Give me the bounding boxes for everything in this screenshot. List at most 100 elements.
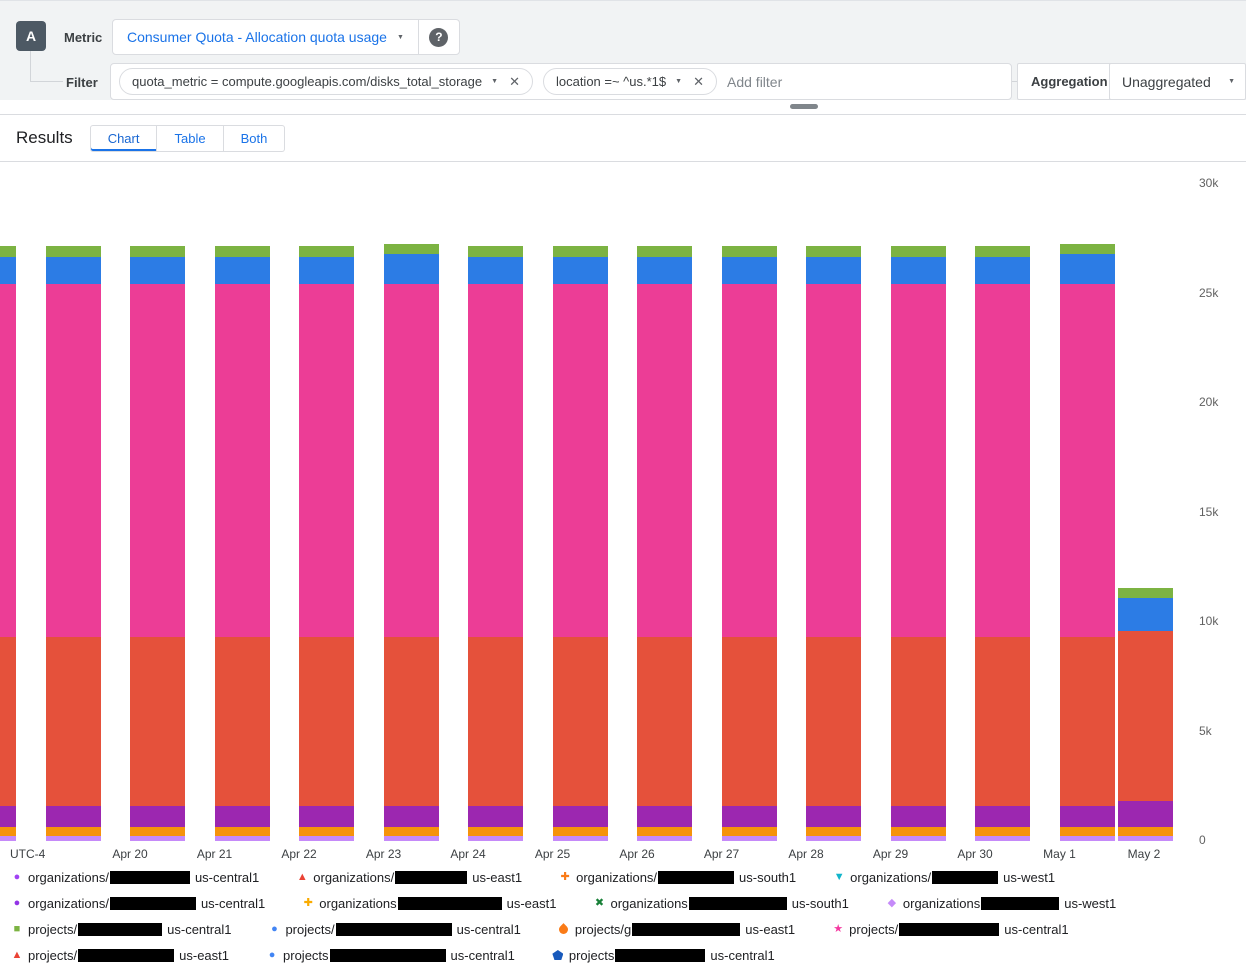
stacked-bar-13[interactable] [1060, 244, 1115, 841]
bar-segment-pink-block[interactable] [975, 284, 1030, 638]
bar-segment-orange-band[interactable] [722, 827, 777, 836]
bar-segment-green-top[interactable] [299, 246, 354, 256]
stacked-bar-3[interactable] [215, 246, 270, 841]
stacked-bar-12[interactable] [975, 246, 1030, 841]
bar-segment-blue-band[interactable] [891, 257, 946, 284]
bar-segment-orange-band[interactable] [553, 827, 608, 836]
bar-segment-violet-bottom[interactable] [1118, 836, 1173, 841]
bar-segment-red-block[interactable] [299, 637, 354, 806]
bar-segment-violet-bottom[interactable] [553, 836, 608, 841]
series-a-badge[interactable]: A [16, 21, 46, 51]
legend-item[interactable]: ▲projects/us-east1 [10, 948, 229, 963]
bar-segment-purple-band[interactable] [553, 806, 608, 827]
chevron-down-icon[interactable]: ▼ [491, 78, 498, 85]
bar-segment-orange-band[interactable] [299, 827, 354, 836]
bar-segment-pink-block[interactable] [46, 284, 101, 638]
bar-segment-purple-band[interactable] [46, 806, 101, 827]
stacked-bar-14[interactable] [1118, 588, 1173, 841]
bar-segment-pink-block[interactable] [637, 284, 692, 638]
stacked-bar-10[interactable] [806, 246, 861, 841]
bar-segment-red-block[interactable] [215, 637, 270, 806]
bar-segment-red-block[interactable] [0, 637, 16, 806]
metric-help-button[interactable]: ? [419, 20, 459, 54]
legend-item[interactable]: ●organizations/us-central1 [10, 896, 265, 911]
plot-area[interactable] [0, 162, 1197, 841]
chevron-down-icon[interactable]: ▼ [675, 78, 682, 85]
bar-segment-blue-band[interactable] [637, 257, 692, 284]
stacked-bar-7[interactable] [553, 246, 608, 841]
filter-chip-quota-metric[interactable]: quota_metric = compute.googleapis.com/di… [119, 68, 533, 95]
legend-item[interactable]: ●organizations/us-central1 [10, 870, 259, 885]
legend-item[interactable]: ✚organizationsus-east1 [301, 896, 556, 911]
stacked-bar-0[interactable] [0, 246, 16, 841]
bar-segment-green-top[interactable] [1118, 588, 1173, 597]
bar-segment-blue-band[interactable] [299, 257, 354, 284]
bar-segment-blue-band[interactable] [722, 257, 777, 284]
bar-segment-blue-band[interactable] [1060, 254, 1115, 284]
bar-segment-purple-band[interactable] [384, 806, 439, 827]
filter-chip-location[interactable]: location =~ ^us.*1$ ▼ ✕ [543, 68, 717, 95]
bar-segment-red-block[interactable] [1118, 631, 1173, 802]
bar-segment-purple-band[interactable] [299, 806, 354, 827]
bar-segment-orange-band[interactable] [384, 827, 439, 836]
bar-segment-violet-bottom[interactable] [0, 836, 16, 841]
resize-drag-handle[interactable] [790, 104, 818, 109]
bar-segment-red-block[interactable] [553, 637, 608, 806]
bar-segment-violet-bottom[interactable] [46, 836, 101, 841]
stacked-bar-9[interactable] [722, 246, 777, 841]
remove-filter-icon[interactable]: ✕ [689, 74, 708, 90]
bar-segment-purple-band[interactable] [722, 806, 777, 827]
bar-segment-violet-bottom[interactable] [1060, 836, 1115, 841]
bar-segment-green-top[interactable] [468, 246, 523, 256]
legend-item[interactable]: ✚organizations/us-south1 [558, 870, 796, 885]
aggregation-dropdown[interactable]: Unaggregated ▼ [1109, 63, 1246, 100]
bar-segment-violet-bottom[interactable] [975, 836, 1030, 841]
bar-segment-green-top[interactable] [46, 246, 101, 256]
bar-segment-red-block[interactable] [46, 637, 101, 806]
bar-segment-violet-bottom[interactable] [215, 836, 270, 841]
bar-segment-orange-band[interactable] [0, 827, 16, 836]
bar-segment-blue-band[interactable] [1118, 598, 1173, 631]
bar-segment-violet-bottom[interactable] [299, 836, 354, 841]
bar-segment-purple-band[interactable] [1118, 801, 1173, 826]
bar-segment-purple-band[interactable] [891, 806, 946, 827]
bar-segment-pink-block[interactable] [130, 284, 185, 638]
stacked-bar-5[interactable] [384, 244, 439, 841]
bar-segment-blue-band[interactable] [130, 257, 185, 284]
bar-segment-orange-band[interactable] [637, 827, 692, 836]
bar-segment-blue-band[interactable] [975, 257, 1030, 284]
stacked-bar-11[interactable] [891, 246, 946, 841]
legend-item[interactable]: ●projectsus-central1 [265, 948, 515, 963]
bar-segment-orange-band[interactable] [1060, 827, 1115, 836]
bar-segment-purple-band[interactable] [975, 806, 1030, 827]
bar-segment-orange-band[interactable] [891, 827, 946, 836]
bar-segment-red-block[interactable] [1060, 637, 1115, 806]
legend-item[interactable]: ■projects/us-central1 [10, 922, 231, 937]
bar-segment-green-top[interactable] [215, 246, 270, 256]
bar-segment-purple-band[interactable] [806, 806, 861, 827]
bar-segment-green-top[interactable] [637, 246, 692, 256]
bar-segment-blue-band[interactable] [215, 257, 270, 284]
stacked-bar-2[interactable] [130, 246, 185, 841]
bar-segment-blue-band[interactable] [806, 257, 861, 284]
bar-segment-red-block[interactable] [891, 637, 946, 806]
stacked-bar-8[interactable] [637, 246, 692, 841]
remove-filter-icon[interactable]: ✕ [505, 74, 524, 90]
bar-segment-green-top[interactable] [891, 246, 946, 256]
bar-segment-pink-block[interactable] [468, 284, 523, 638]
bar-segment-violet-bottom[interactable] [130, 836, 185, 841]
bar-segment-red-block[interactable] [637, 637, 692, 806]
bar-segment-pink-block[interactable] [1060, 284, 1115, 638]
tab-table[interactable]: Table [157, 125, 223, 152]
bar-segment-orange-band[interactable] [975, 827, 1030, 836]
bar-segment-orange-band[interactable] [46, 827, 101, 836]
bar-segment-pink-block[interactable] [215, 284, 270, 638]
legend-item[interactable]: ◆organizationsus-west1 [885, 896, 1116, 911]
bar-segment-green-top[interactable] [975, 246, 1030, 256]
bar-segment-pink-block[interactable] [806, 284, 861, 638]
bar-segment-pink-block[interactable] [384, 284, 439, 638]
stacked-bar-4[interactable] [299, 246, 354, 841]
bar-segment-violet-bottom[interactable] [806, 836, 861, 841]
bar-segment-green-top[interactable] [0, 246, 16, 256]
add-filter-input[interactable] [727, 74, 1003, 90]
